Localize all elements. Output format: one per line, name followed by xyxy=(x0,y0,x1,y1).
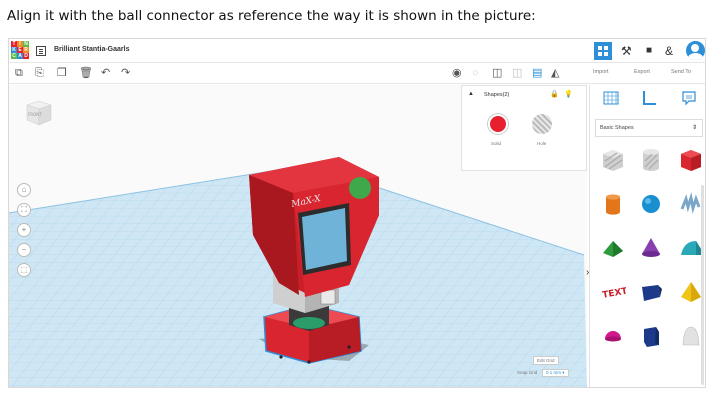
user-avatar[interactable] xyxy=(686,41,705,60)
cone-shape[interactable] xyxy=(638,235,664,261)
roof-shape[interactable] xyxy=(600,235,626,261)
tinkercad-window: TIN KER CAD Brilliant Stantia-Gaarls ⚒ ■… xyxy=(8,38,706,388)
polygon-shape[interactable] xyxy=(638,323,664,349)
view-cube-graphic: FRONT xyxy=(26,100,52,126)
add-user-icon[interactable]: & xyxy=(665,44,673,58)
cylinder-hole-shape[interactable] xyxy=(638,147,664,173)
mirror-icon[interactable]: ◭ xyxy=(551,67,559,80)
text-shape[interactable]: TEXT xyxy=(600,279,626,305)
select-caret-icon: ⇕ xyxy=(691,125,697,131)
home-view-icon[interactable]: ⌂ xyxy=(17,183,31,197)
duplicate-icon[interactable]: ❐ xyxy=(57,67,67,80)
svg-text:TEXT: TEXT xyxy=(602,286,626,300)
green-ball xyxy=(349,177,371,199)
view-cube-label: FRONT xyxy=(28,112,42,117)
hole-label: Hole xyxy=(537,141,547,146)
design-list-icon[interactable] xyxy=(36,46,46,56)
ruler-icon[interactable] xyxy=(640,89,658,107)
briefcase-icon[interactable]: ■ xyxy=(646,44,652,58)
view-cube[interactable]: FRONT xyxy=(23,97,53,127)
snap-grid-select[interactable]: 0.1 mm ▾ xyxy=(542,369,569,377)
library-scrollbar[interactable] xyxy=(701,185,704,385)
fit-view-icon[interactable]: ⛶ xyxy=(17,203,31,217)
redo-icon[interactable]: ↷ xyxy=(121,67,130,80)
zoom-in-icon[interactable]: + xyxy=(17,223,31,237)
project-name[interactable]: Brilliant Stantia-Gaarls xyxy=(54,46,129,53)
lock-icon[interactable]: 🔒 xyxy=(550,90,559,98)
copy-icon[interactable]: ⧉ xyxy=(15,67,23,80)
send-to-button[interactable]: Send To xyxy=(671,69,691,75)
show-all-icon[interactable]: ◉ xyxy=(452,67,462,80)
zoom-out-icon[interactable]: − xyxy=(17,243,31,257)
hammer-pick-icon[interactable]: ⚒ xyxy=(621,44,632,58)
half-sphere-shape[interactable] xyxy=(600,323,626,349)
align-icon[interactable]: ▤ xyxy=(532,67,542,80)
tinkercad-logo[interactable]: TIN KER CAD xyxy=(11,41,29,60)
edit-grid-button[interactable]: Edit Grid xyxy=(533,356,559,365)
top-header: TIN KER CAD Brilliant Stantia-Gaarls ⚒ ■… xyxy=(9,39,705,63)
edit-toolbar: ⧉ ⎘ ❐ 🗑 ↶ ↷ ◉ ○ ◫ ◫ ▤ ◭ Import Export Se… xyxy=(9,64,705,84)
group-icon[interactable]: ◫ xyxy=(492,67,502,80)
trash-icon[interactable]: 🗑 xyxy=(79,67,93,80)
export-button[interactable]: Export xyxy=(634,69,650,75)
solid-label: Solid xyxy=(491,141,502,146)
snap-grid-label: Snap Grid xyxy=(517,370,538,375)
wedge-shape[interactable] xyxy=(638,279,664,305)
box-shape[interactable] xyxy=(678,147,704,173)
shape-category-select[interactable]: Basic Shapes ⇕ xyxy=(595,119,703,137)
paste-icon[interactable]: ⎘ xyxy=(35,67,44,80)
bulb-icon[interactable]: ○ xyxy=(472,67,479,80)
3d-view-button[interactable] xyxy=(594,42,612,60)
collapse-caret-icon[interactable]: ▲ xyxy=(468,91,474,97)
instruction-text: Align it with the ball connector as refe… xyxy=(7,8,536,24)
undo-icon[interactable]: ↶ xyxy=(101,67,110,80)
solid-color-button[interactable] xyxy=(488,114,508,134)
box-hole-shape[interactable] xyxy=(600,147,626,173)
perspective-icon[interactable]: ⬚ xyxy=(17,263,31,277)
ungroup-icon[interactable]: ◫ xyxy=(512,67,522,80)
notes-icon[interactable] xyxy=(680,89,698,107)
shape-library-panel: Basic Shapes ⇕ TEXT xyxy=(589,85,705,387)
cylinder-shape[interactable] xyxy=(600,191,626,217)
sphere-shape[interactable] xyxy=(638,191,664,217)
import-button[interactable]: Import xyxy=(593,69,609,75)
visibility-bulb-icon[interactable]: 💡 xyxy=(564,90,573,98)
shape-category-value: Basic Shapes xyxy=(600,125,634,131)
hole-button[interactable] xyxy=(532,114,552,134)
workplane-icon[interactable] xyxy=(602,89,620,107)
shape-inspector-panel: ▲ Shapes(2) 🔒 💡 Solid Hole xyxy=(461,85,587,171)
shapes-count-title: Shapes(2) xyxy=(484,92,510,98)
